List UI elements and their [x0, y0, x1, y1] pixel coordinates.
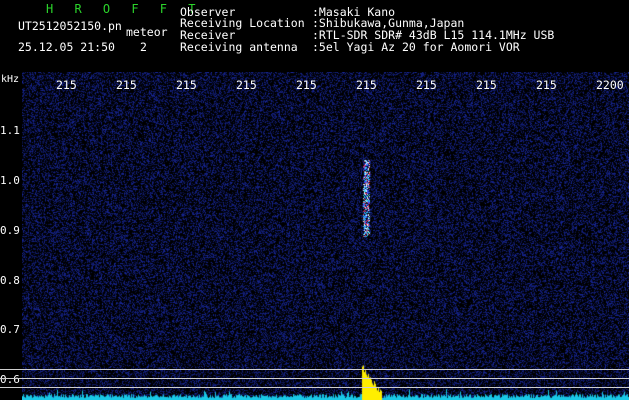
y-tick-1: 1.1: [0, 124, 20, 137]
spectrogram-canvas: [22, 72, 629, 400]
x-tick-2: 215: [116, 78, 137, 92]
y-tick-4: 0.8: [0, 274, 20, 287]
date-time: 25.12.05 21:50: [18, 40, 115, 54]
y-tick-6: 0.6: [0, 373, 20, 386]
antenna-label: Receiving antenna: [180, 40, 298, 54]
y-axis-unit: kHz: [1, 74, 20, 85]
y-tick-5: 0.7: [0, 323, 20, 336]
x-tick-8: 215: [476, 78, 497, 92]
x-tick-5: 215: [296, 78, 317, 92]
x-tick-9: 215: [536, 78, 557, 92]
x-tick-4: 215: [236, 78, 257, 92]
mode-label: meteor: [126, 25, 168, 39]
reference-line-2: [0, 378, 629, 379]
x-tick-7: 215: [416, 78, 437, 92]
y-tick-2: 1.0: [0, 174, 20, 187]
header-panel: H R O F F T UT2512052150.pn meteor 25.12…: [0, 0, 629, 72]
antenna-value: :5el Yagi Az 20 for Aomori VOR: [312, 40, 520, 54]
file-name: UT2512052150.pn: [18, 19, 122, 33]
reference-line-3: [0, 387, 629, 388]
x-tick-6: 215: [356, 78, 377, 92]
y-tick-3: 0.9: [0, 224, 20, 237]
app-brand: H R O F F T: [46, 2, 203, 16]
reference-line-1: [0, 369, 629, 370]
x-tick-3: 215: [176, 78, 197, 92]
spectrogram-plot: [22, 72, 629, 400]
x-tick-1: 215: [56, 78, 77, 92]
extra-value: 2: [140, 40, 147, 54]
x-tick-10: 2200: [596, 78, 624, 92]
